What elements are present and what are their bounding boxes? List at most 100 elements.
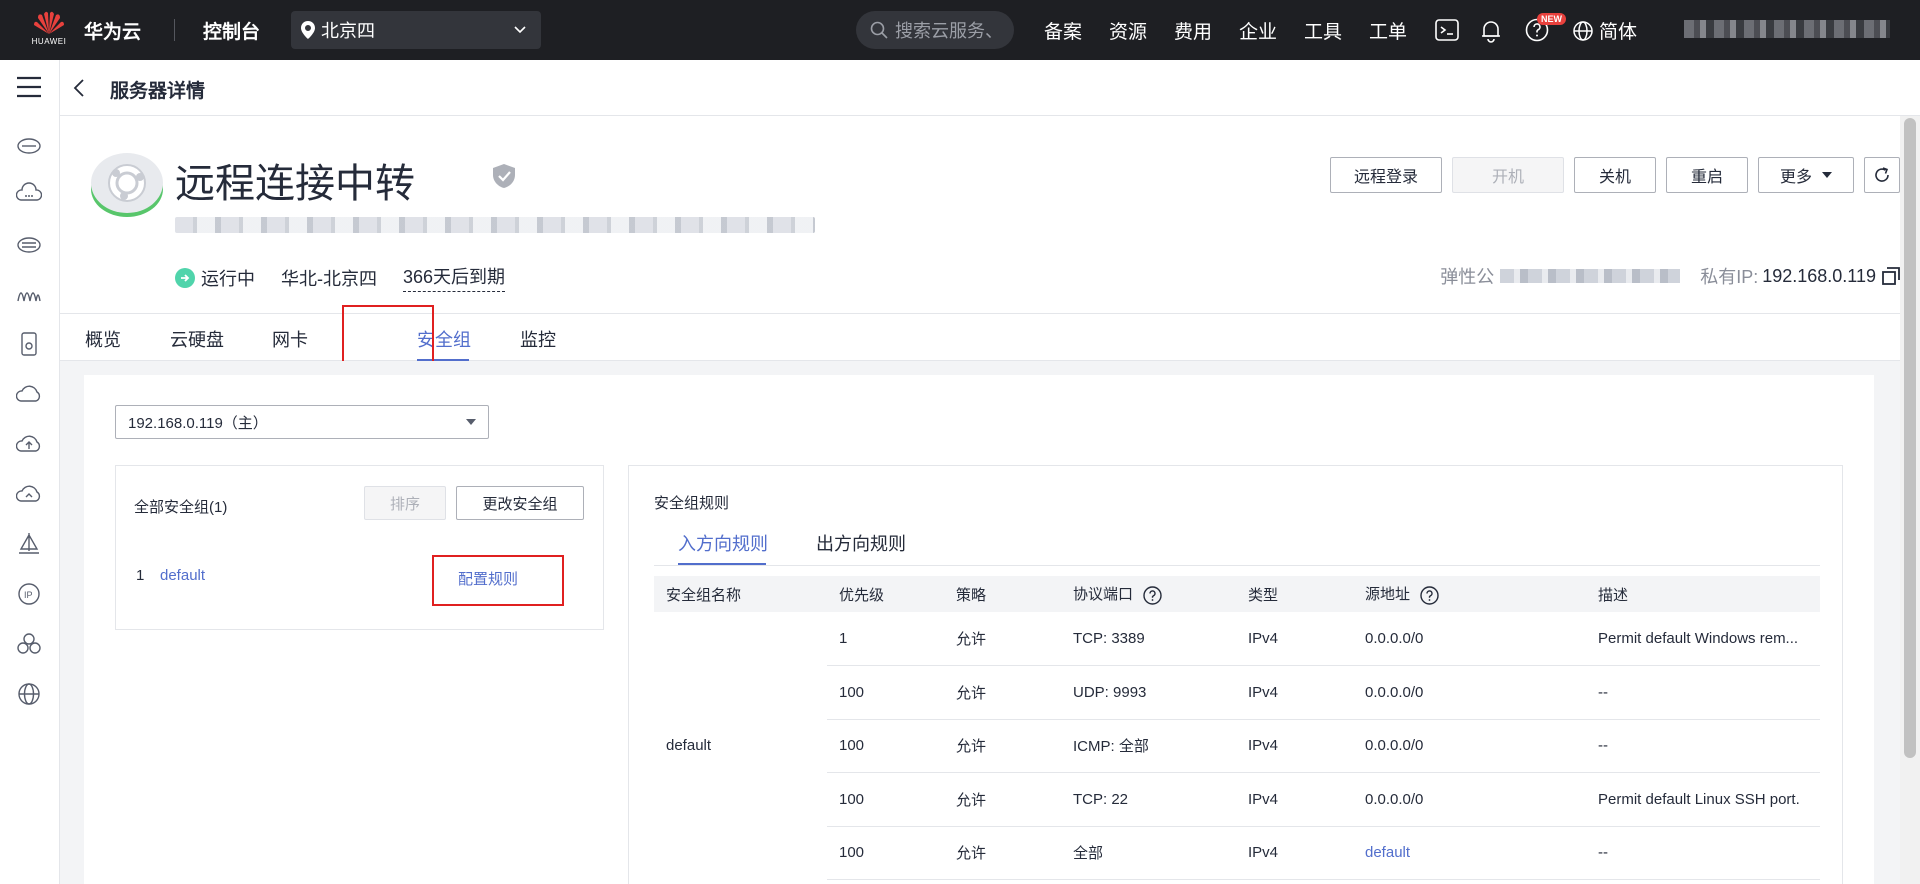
caret-down-icon [466,419,476,425]
sg-row-name-link[interactable]: default [160,567,205,584]
page-header: 服务器详情 [60,60,1920,116]
public-ip-label: 弹性公 [1440,267,1495,287]
port-cell: TCP: 3389 [1061,612,1236,666]
back-arrow-icon[interactable] [70,77,90,99]
ip-info: 弹性公 私有IP: 192.168.0.119 [1440,263,1900,289]
remote-login-button[interactable]: 远程登录 [1330,157,1442,193]
bell-icon[interactable] [1478,17,1504,43]
tab-inbound-rules[interactable]: 入方向规则 [678,530,768,556]
location-pin-icon [301,21,315,39]
source-cell: 0.0.0.0/0 [1353,719,1586,773]
port-cell: ICMP: 全部 [1061,719,1236,773]
port-cell: UDP: 9993 [1061,665,1236,720]
server-summary: 远程连接中转 运行中 华北-北京四 366天后到期 远程登录 开机 关机 重启 … [60,117,1900,313]
page-title: 服务器详情 [110,81,206,102]
sort-button[interactable]: 排序 [364,486,446,520]
source-group-link[interactable]: default [1365,844,1410,861]
cloud-upload-icon[interactable] [16,431,42,457]
source-cell: 0.0.0.0/0 [1353,665,1586,720]
port-cell: 全部 [1061,826,1236,880]
tab-outbound-rules[interactable]: 出方向规则 [816,530,906,556]
nav-tickets[interactable]: 工单 [1369,17,1434,44]
type-cell: IPv4 [1236,772,1353,827]
help-circle-icon[interactable] [1420,586,1439,605]
copy-icon[interactable] [1882,267,1900,285]
sail-icon[interactable] [16,531,42,557]
verified-shield-icon [493,164,515,188]
refresh-button[interactable] [1864,157,1900,193]
rules-table-header: 安全组名称 优先级 策略 协议端口 类型 源地址 描述 [654,576,1820,612]
private-ip-label: 私有IP: [1700,267,1759,287]
tab-nic[interactable]: 网卡 [272,326,308,352]
cdn-icon[interactable] [16,281,42,307]
desc-cell: Permit default Linux SSH port. [1586,772,1820,827]
source-cell: 0.0.0.0/0 [1353,772,1586,827]
ip-icon[interactable]: IP [16,581,42,607]
region-selector[interactable]: 北京四 [291,11,541,49]
priority-cell: 100 [827,719,944,773]
source-cell: 0.0.0.0/0 [1353,612,1586,666]
cloud-icon[interactable] [16,381,42,407]
stop-button[interactable]: 关机 [1574,157,1656,193]
svg-text:IP: IP [24,590,33,600]
web-globe-icon[interactable] [16,681,42,707]
start-button[interactable]: 开机 [1452,157,1564,193]
private-ip-value: 192.168.0.119 [1762,265,1876,286]
top-navigation-bar: HUAWEI 华为云 控制台 北京四 搜索云服务、 备案 资源 费用 企业 工具… [0,0,1920,60]
change-security-group-button[interactable]: 更改安全组 [456,486,584,520]
hamburger-menu-icon[interactable] [16,76,42,98]
table-row: 100 允许 TCP: 22 IPv4 0.0.0.0/0 Permit def… [654,772,1820,827]
more-button[interactable]: 更多 [1758,157,1854,193]
tab-monitoring[interactable]: 监控 [520,326,556,352]
col-sg-name: 安全组名称 [654,576,827,612]
priority-cell: 100 [827,665,944,720]
console-link[interactable]: 控制台 [203,17,260,44]
table-row: 100 允许 全部 IPv4 default -- [654,826,1820,880]
security-group-rules: 安全组规则 入方向规则 出方向规则 安全组名称 优先级 策略 协议端口 类型 源… [628,465,1843,884]
page-scrollbar[interactable] [1900,116,1920,884]
server-region: 华北-北京四 [281,268,377,289]
cloud-sync-icon[interactable] [16,481,42,507]
sg-name-cell: default [666,737,712,755]
account-name-redacted[interactable] [1684,20,1890,38]
cloud-server-icon[interactable] [16,181,42,207]
expiry-text[interactable]: 366天后到期 [403,263,506,292]
nav-enterprise[interactable]: 企业 [1239,17,1304,44]
nic-select[interactable]: 192.168.0.119（主） [115,405,489,439]
detail-tabs: 概览 云硬盘 网卡 安全组 监控 [60,313,1900,362]
tab-overview[interactable]: 概览 [85,326,121,352]
scrollbar-thumb[interactable] [1904,118,1916,758]
server-actions: 远程登录 开机 关机 重启 更多 [1330,157,1900,193]
priority-cell: 100 [827,826,944,880]
divider [174,19,175,41]
nav-billing[interactable]: 费用 [1174,17,1239,44]
nav-tools[interactable]: 工具 [1304,17,1369,44]
ecs-icon[interactable] [16,131,42,157]
running-status-icon [175,267,195,288]
col-source-header: 源地址 [1353,576,1586,612]
refresh-icon [1875,167,1889,182]
policy-cell: 允许 [944,665,1061,720]
nav-resources[interactable]: 资源 [1109,17,1174,44]
active-rules-tab-indicator [678,563,766,565]
global-search-input[interactable]: 搜索云服务、 [856,11,1014,49]
help-circle-icon[interactable] [1143,586,1162,605]
new-badge: NEW [1537,13,1566,25]
brand-name[interactable]: 华为云 [84,17,141,44]
restart-button[interactable]: 重启 [1666,157,1748,193]
database-icon[interactable] [16,231,42,257]
cluster-icon[interactable] [16,631,42,657]
type-cell: IPv4 [1236,826,1353,880]
storage-icon[interactable] [16,331,42,357]
status-text: 运行中 [201,268,255,289]
language-switcher[interactable]: 简体 [1572,17,1637,44]
tab-disks[interactable]: 云硬盘 [170,326,224,352]
policy-cell: 允许 [944,826,1061,880]
type-cell: IPv4 [1236,719,1353,773]
desc-cell: -- [1586,826,1820,880]
desc-text: Permit default Windows rem... [1598,630,1799,648]
terminal-icon[interactable] [1434,17,1460,43]
nav-beian[interactable]: 备案 [1044,17,1109,44]
policy-cell: 允许 [944,772,1061,827]
huawei-logo[interactable]: HUAWEI [28,8,70,50]
